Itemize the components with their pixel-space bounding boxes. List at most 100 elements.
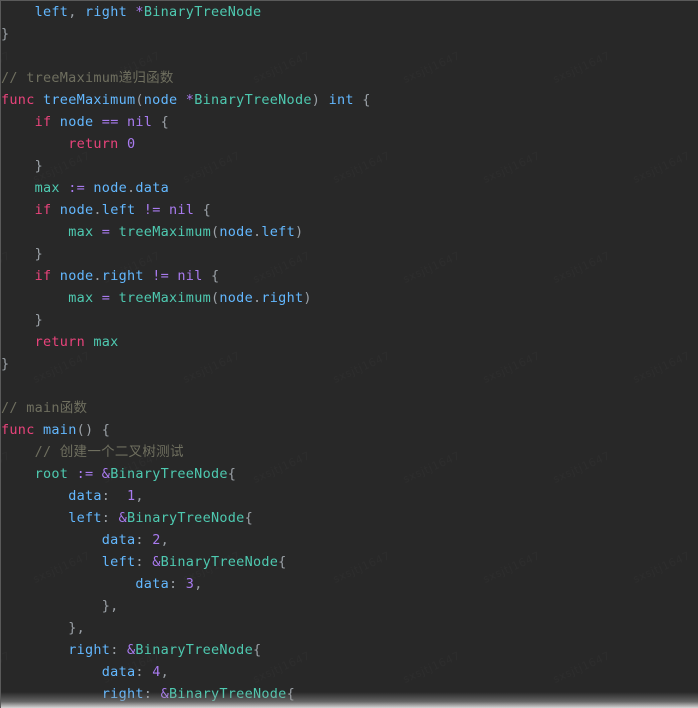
token-ident: node [59,268,94,284]
code-line[interactable]: right: &BinaryTreeNode{ [1,639,698,661]
code-line[interactable]: if node == nil { [1,111,698,133]
code-line[interactable]: func main() { [1,419,698,441]
code-line[interactable]: } [1,243,698,265]
token-type: BinaryTreeNode [135,642,253,658]
token-op: != [143,202,161,218]
code-line[interactable]: max = treeMaximum(node.right) [1,287,698,309]
code-line[interactable]: } [1,23,698,45]
token-comment: // treeMaximum递归函数 [1,70,174,86]
code-line[interactable]: }, [1,595,698,617]
code-line[interactable]: right: &BinaryTreeNode{ [1,683,698,705]
code-line[interactable] [1,45,698,67]
code-line[interactable]: left: &BinaryTreeNode{ [1,507,698,529]
token-num: 0 [126,136,136,152]
code-line[interactable]: }, [1,617,698,639]
code-line[interactable]: return 0 [1,133,698,155]
code-line[interactable]: // 创建一个二叉树测试 [1,441,698,463]
token-ident: node [59,114,94,130]
token-ident: left [101,554,136,570]
code-viewer[interactable]: sxsjtj1647 sxsjtj1647 sxsjtj1647 sxsjtj1647… [0,0,698,708]
token-op: := [76,466,94,482]
code-line[interactable]: func treeMaximum(node *BinaryTreeNode) i… [1,89,698,111]
code-line[interactable]: root := &BinaryTreeNode{ [1,463,698,485]
code-line[interactable]: data: 3, [1,573,698,595]
token-type: root [34,466,69,482]
token-punct: : [101,488,111,504]
token-num: 3 [185,576,195,592]
code-line[interactable]: data: 2, [1,529,698,551]
token-ident: right [101,686,144,702]
token-ident: right [85,4,127,20]
code-line[interactable]: if node.right != nil { [1,265,698,287]
code-line[interactable]: if node.left != nil { [1,199,698,221]
token-ident: left [34,4,69,20]
code-line[interactable]: } [1,155,698,177]
token-op: & [118,510,127,526]
token-op: nil [177,268,203,284]
code-line[interactable]: data: 1, [1,485,698,507]
token-punct: : [135,554,144,570]
token-ident: node [219,224,253,240]
code-line[interactable]: left, right *BinaryTreeNode [1,1,698,23]
code-line[interactable]: return max [1,331,698,353]
token-punct: , [68,4,77,20]
code-line[interactable]: } [1,353,698,375]
token-kw: return [68,136,119,152]
token-type: max [34,180,60,196]
token-punct: } [34,246,43,262]
code-line[interactable]: left: &BinaryTreeNode{ [1,551,698,573]
token-kw: func [1,92,35,108]
token-op: nil [169,202,195,218]
code-line[interactable]: max = treeMaximum(node.left) [1,221,698,243]
token-ident: main [43,422,77,438]
token-op: == [101,114,119,130]
code-line[interactable]: data: 4, [1,661,698,683]
token-type: BinaryTreeNode [127,510,245,526]
token-type: BinaryTreeNode [160,554,279,570]
code-line[interactable]: max := node.data [1,177,698,199]
code-line[interactable]: // main函数 [1,397,698,419]
token-type: treeMaximum [118,290,211,306]
code-line[interactable]: // treeMaximum递归函数 [1,67,698,89]
token-type: BinaryTreeNode [110,466,228,482]
token-punct: { [278,554,287,570]
token-comment: // 创建一个二叉树测试 [34,444,184,460]
code-line[interactable]: } [1,309,698,331]
token-punct: } [1,356,10,372]
code-surface[interactable]: left, right *BinaryTreeNode} // treeMaxi… [1,1,698,708]
token-punct: ( [135,92,144,108]
token-ident: node [143,92,178,108]
token-punct: , [194,576,203,592]
token-type: max [68,224,94,240]
token-punct: { [362,92,371,108]
token-punct: , [160,532,169,548]
token-kw: if [34,202,52,218]
token-op: = [101,224,111,240]
code-line[interactable] [1,375,698,397]
